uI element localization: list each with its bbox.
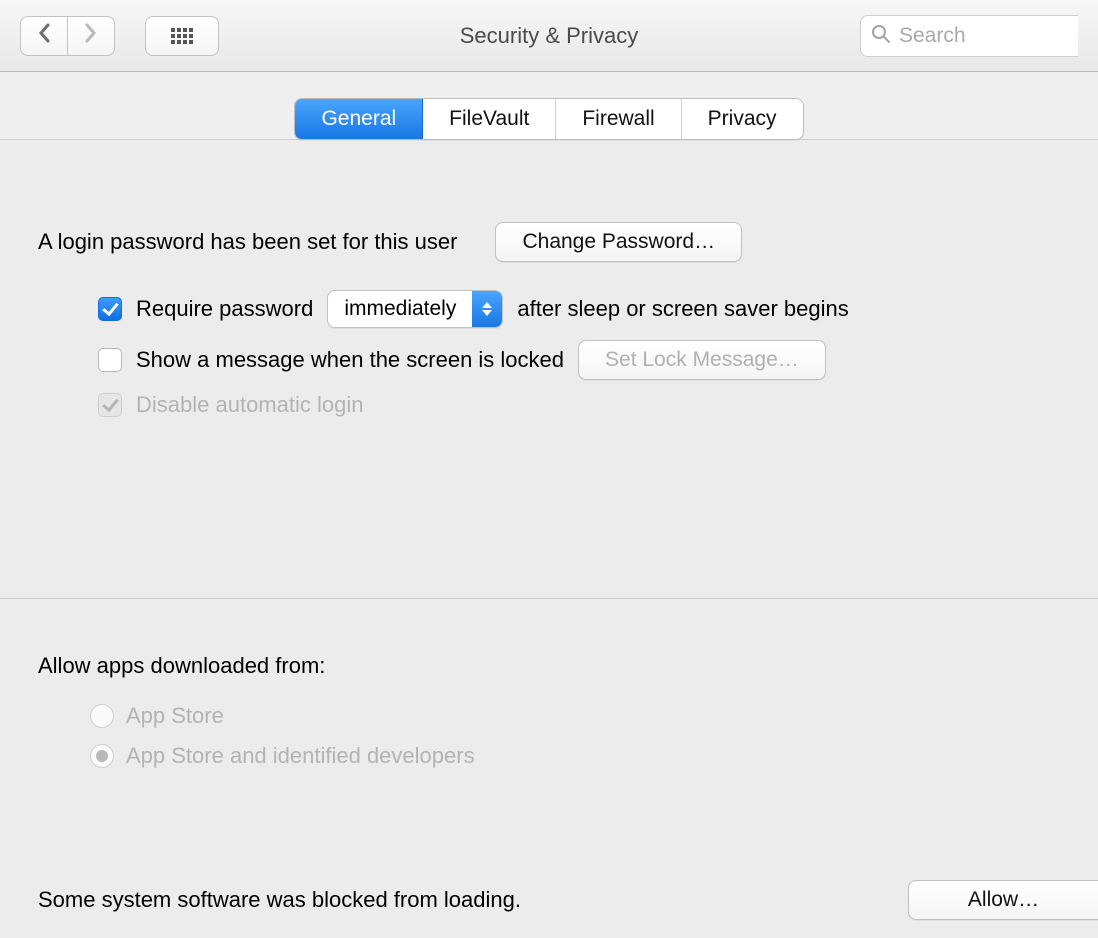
require-password-post-label: after sleep or screen saver begins — [517, 296, 848, 322]
blocked-software-row: Some system software was blocked from lo… — [38, 880, 1098, 920]
chevron-left-icon — [37, 23, 51, 49]
toolbar: Security & Privacy — [0, 0, 1098, 72]
gatekeeper-option-appstore: App Store — [90, 703, 1060, 729]
disable-auto-login-row: Disable automatic login — [98, 392, 1060, 418]
gatekeeper-heading: Allow apps downloaded from: — [38, 653, 1060, 679]
tab-privacy[interactable]: Privacy — [682, 99, 803, 139]
require-password-delay-value: immediately — [328, 297, 472, 321]
lock-message-label: Show a message when the screen is locked — [136, 347, 564, 373]
disable-auto-login-checkbox — [98, 393, 122, 417]
nav-buttons — [20, 16, 115, 56]
search-input[interactable] — [899, 24, 1068, 48]
radio-appstore — [90, 704, 114, 728]
search-field[interactable] — [860, 15, 1078, 57]
tab-general[interactable]: General — [295, 99, 423, 139]
back-button[interactable] — [20, 16, 68, 56]
general-pane: A login password has been set for this u… — [0, 140, 1098, 769]
lock-message-row: Show a message when the screen is locked… — [98, 340, 1060, 380]
gatekeeper-option-identified: App Store and identified developers — [90, 743, 1060, 769]
grid-icon — [171, 28, 193, 44]
radio-identified-label: App Store and identified developers — [126, 743, 475, 769]
chevron-right-icon — [84, 23, 98, 49]
login-password-text: A login password has been set for this u… — [38, 229, 457, 255]
show-all-button[interactable] — [145, 16, 219, 56]
require-password-pre-label: Require password — [136, 296, 313, 322]
require-password-row: Require password immediately after sleep… — [98, 290, 1060, 328]
disable-auto-login-label: Disable automatic login — [136, 392, 363, 418]
set-lock-message-button: Set Lock Message… — [578, 340, 826, 380]
allow-button[interactable]: Allow… — [908, 880, 1098, 920]
updown-stepper-icon — [472, 291, 502, 327]
require-password-checkbox[interactable] — [98, 297, 122, 321]
search-icon — [871, 24, 891, 47]
gatekeeper-section: Allow apps downloaded from: App Store Ap… — [38, 599, 1060, 769]
tab-filevault[interactable]: FileVault — [423, 99, 556, 139]
change-password-button[interactable]: Change Password… — [495, 222, 742, 262]
tab-bar: General FileVault Firewall Privacy — [294, 98, 803, 140]
radio-appstore-label: App Store — [126, 703, 224, 729]
blocked-software-text: Some system software was blocked from lo… — [38, 887, 521, 913]
tabs-area: General FileVault Firewall Privacy — [0, 72, 1098, 140]
forward-button[interactable] — [67, 16, 115, 56]
tab-firewall[interactable]: Firewall — [556, 99, 681, 139]
require-password-delay-select[interactable]: immediately — [327, 290, 503, 328]
lock-message-checkbox[interactable] — [98, 348, 122, 372]
login-password-row: A login password has been set for this u… — [38, 222, 1060, 262]
radio-identified — [90, 744, 114, 768]
